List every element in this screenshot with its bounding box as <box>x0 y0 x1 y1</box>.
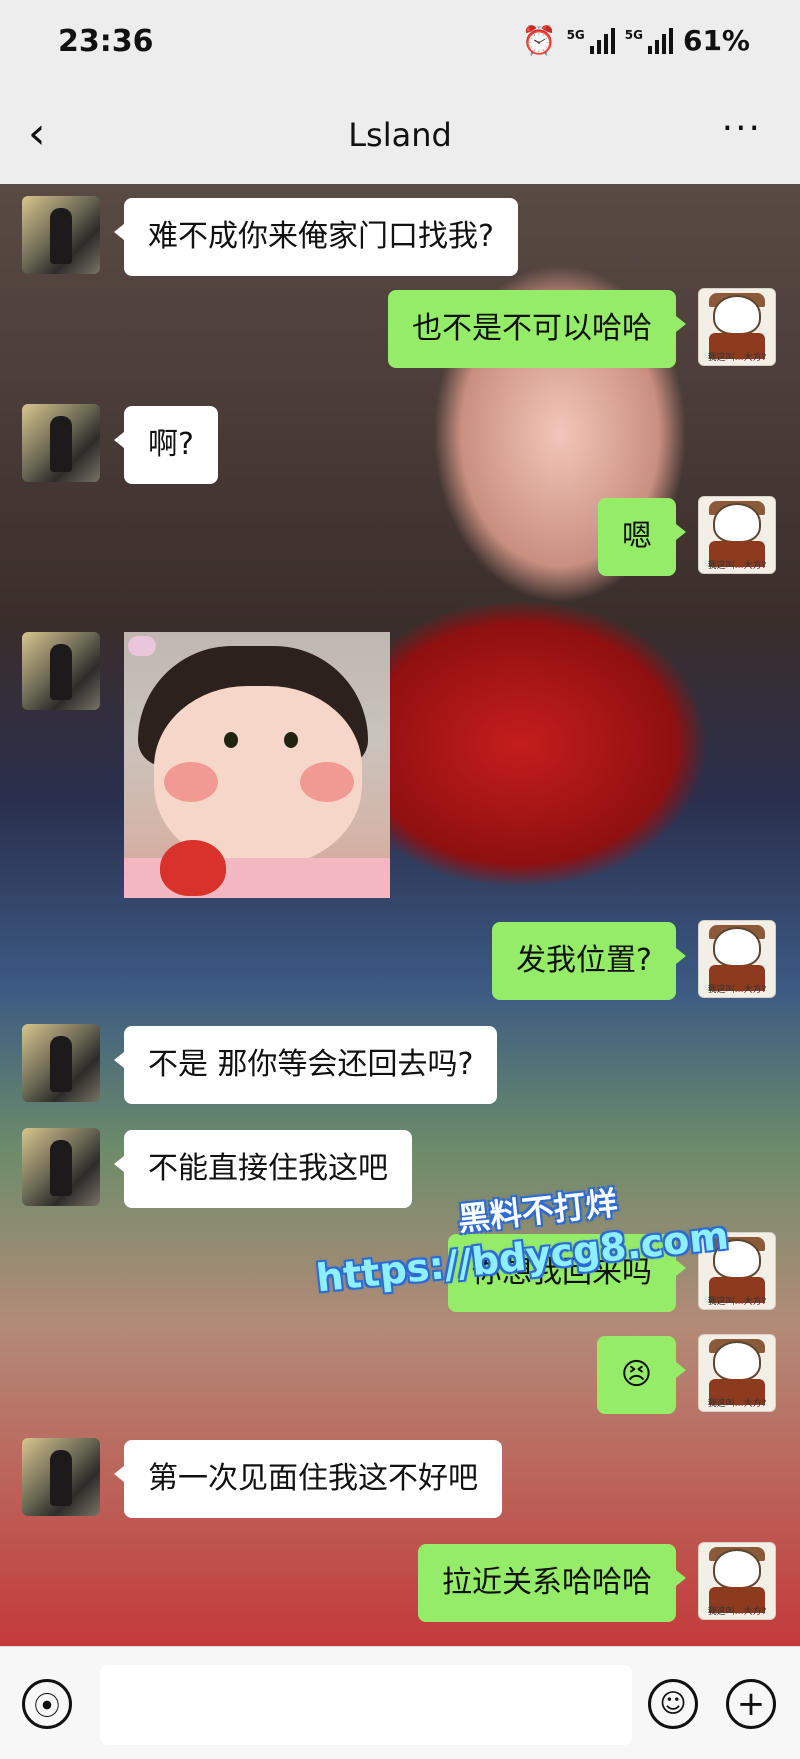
signal-icon-2: 5G <box>625 27 673 54</box>
message-image-sticker[interactable] <box>124 632 390 898</box>
avatar-self[interactable]: 我这叫…大方? <box>698 1542 776 1620</box>
message-bubble-incoming[interactable]: 啊? <box>114 406 218 484</box>
sticker-logo-icon <box>128 636 156 656</box>
message-bubble-incoming[interactable]: 不能直接住我这吧 <box>114 1130 412 1208</box>
chat-title: Lsland <box>348 116 452 154</box>
strawberry-icon <box>160 840 226 896</box>
voice-icon[interactable]: ⦿ <box>22 1679 72 1729</box>
plus-icon[interactable]: + <box>726 1679 776 1729</box>
chat-area[interactable]: 难不成你来俺家门口找我? 也不是不可以哈哈 我这叫…大方? 啊? 嗯 我这叫…大… <box>0 184 800 1646</box>
avatar-contact[interactable] <box>22 1024 100 1102</box>
message-bubble-incoming[interactable]: 不是 那你等会还回去吗? <box>113 1026 498 1104</box>
avatar-self[interactable]: 我这叫…大方? <box>698 288 776 366</box>
status-time: 23:36 <box>58 24 154 59</box>
status-icons: ⏰ 5G 5G 61% <box>522 24 750 57</box>
message-input[interactable] <box>100 1665 632 1745</box>
emoji-icon[interactable]: ☺ <box>648 1679 698 1729</box>
message-bubble-incoming[interactable]: 难不成你来俺家门口找我? <box>114 198 518 276</box>
alarm-icon: ⏰ <box>521 24 557 57</box>
avatar-self[interactable]: 我这叫…大方? <box>698 920 776 998</box>
avatar-self[interactable]: 我这叫…大方? <box>698 496 776 574</box>
message-bubble-outgoing[interactable]: 嗯 <box>598 498 686 576</box>
avatar-contact[interactable] <box>22 632 100 710</box>
status-bar: 23:36 ⏰ 5G 5G 61% <box>0 0 800 90</box>
input-bar: ⦿ ☺ + <box>0 1646 800 1759</box>
battery-level: 61% <box>682 24 750 57</box>
avatar-contact[interactable] <box>22 196 100 274</box>
avatar-contact[interactable] <box>22 404 100 482</box>
signal-icon: 5G <box>567 27 615 54</box>
message-bubble-outgoing[interactable]: 也不是不可以哈哈 <box>388 290 686 368</box>
chat-header: ‹ Lsland ··· <box>0 90 800 184</box>
message-bubble-outgoing[interactable]: 发我位置? <box>492 922 686 1000</box>
more-dots-icon[interactable]: ··· <box>722 108 762 149</box>
message-bubble-outgoing-emoji[interactable]: 😣 <box>596 1336 687 1414</box>
message-bubble-incoming[interactable]: 第一次见面住我这不好吧 <box>114 1440 502 1518</box>
avatar-contact[interactable] <box>22 1438 100 1516</box>
message-bubble-outgoing[interactable]: 拉近关系哈哈哈 <box>418 1544 686 1622</box>
avatar-contact[interactable] <box>22 1128 100 1206</box>
avatar-self[interactable]: 我这叫…大方? <box>698 1334 776 1412</box>
